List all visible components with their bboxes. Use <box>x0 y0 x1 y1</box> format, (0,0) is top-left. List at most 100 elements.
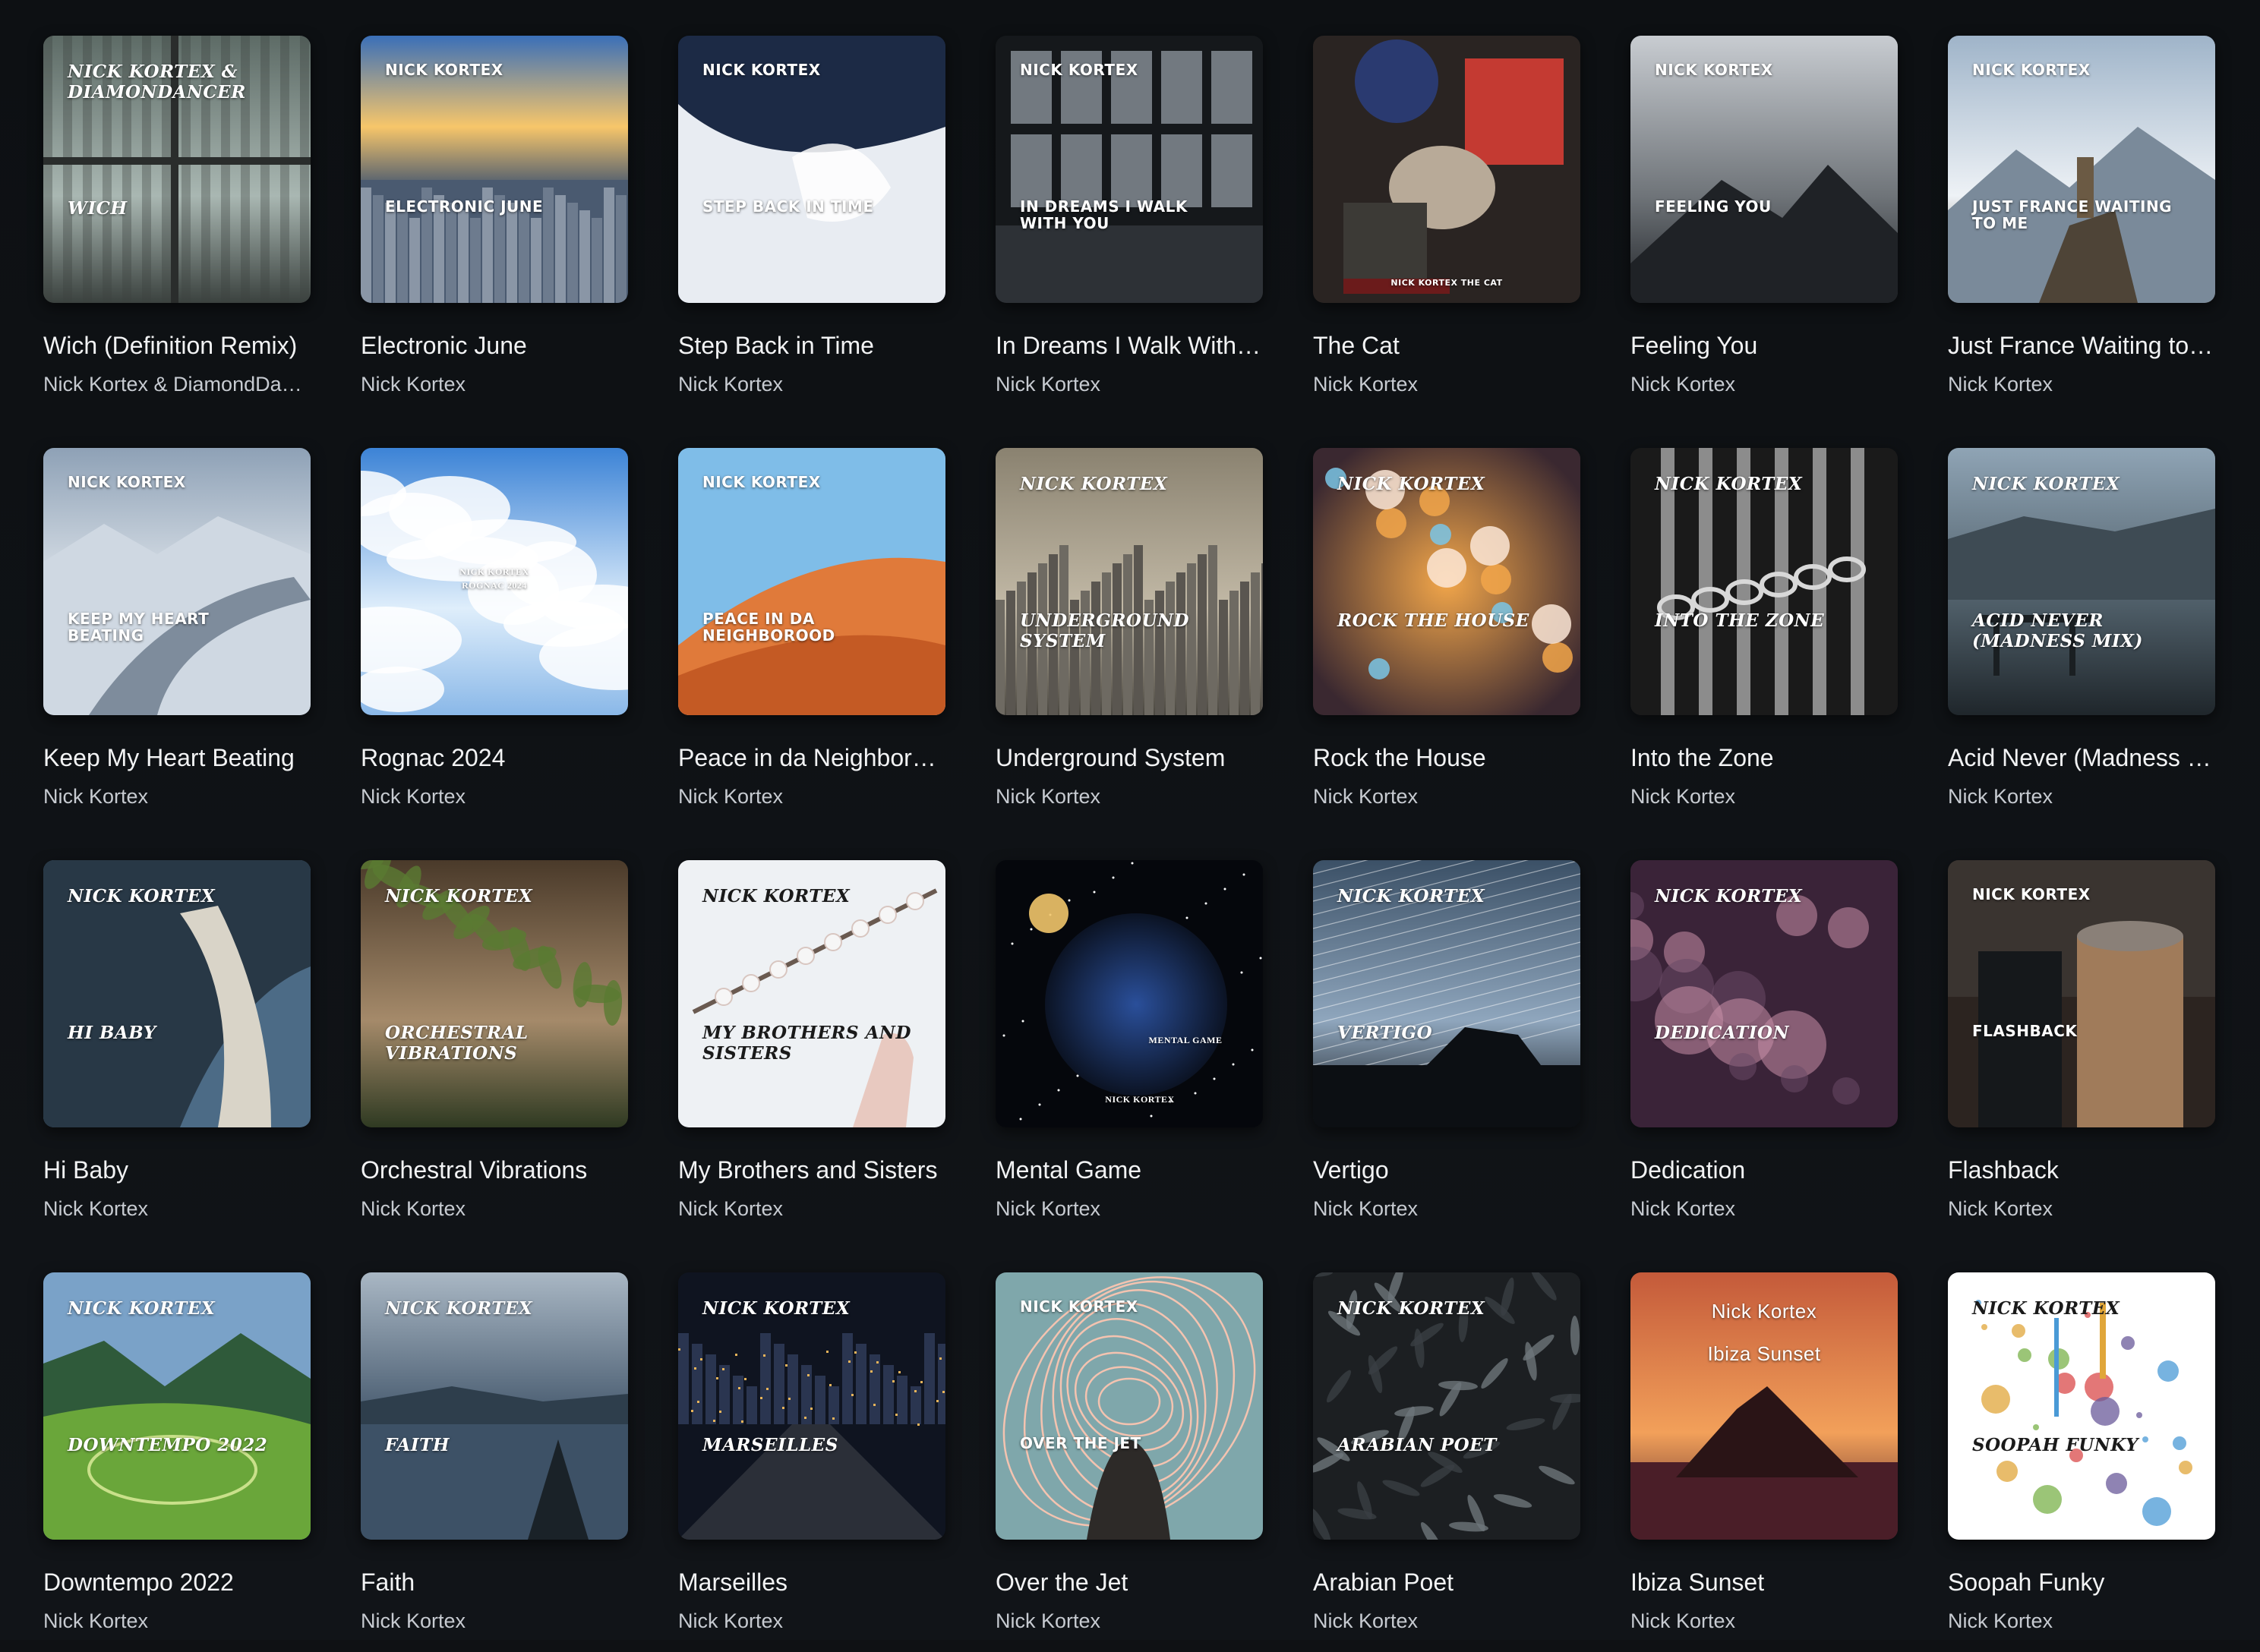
album-card[interactable]: NICK KORTEX FEELING YOU Feeling You Nick… <box>1630 36 1898 415</box>
album-artist[interactable]: Nick Kortex <box>43 1608 311 1634</box>
album-title[interactable]: Acid Never (Madness Mix) <box>1948 742 2215 773</box>
album-card[interactable]: NICK KORTEX ACID NEVER (MADNESS MIX) Aci… <box>1948 448 2215 828</box>
album-cover[interactable]: NICK KORTEX VERTIGO <box>1313 860 1580 1127</box>
album-card[interactable]: NICK KORTEX PEACE IN DA NEIGHBOROOD Peac… <box>678 448 945 828</box>
album-title[interactable]: Mental Game <box>996 1155 1263 1185</box>
album-artist[interactable]: Nick Kortex <box>1948 371 2215 397</box>
album-artist[interactable]: Nick Kortex <box>361 783 628 809</box>
album-artist[interactable]: Nick Kortex <box>678 783 945 809</box>
album-card[interactable]: NICK KORTEX HI BABY Hi Baby Nick Kortex <box>43 860 311 1240</box>
album-cover[interactable]: NICK KORTEX ACID NEVER (MADNESS MIX) <box>1948 448 2215 715</box>
album-artist[interactable]: Nick Kortex <box>1313 1196 1580 1222</box>
album-title[interactable]: In Dreams I Walk With You <box>996 330 1263 361</box>
album-card[interactable]: NICK KORTEX & DIAMONDANCER WICH Wich (De… <box>43 36 311 415</box>
album-artist[interactable]: Nick Kortex & DiamondDancer <box>43 371 311 397</box>
album-card[interactable]: NICK KORTEX DEDICATION Dedication Nick K… <box>1630 860 1898 1240</box>
album-cover[interactable]: NICK KORTEX MENTAL GAME <box>996 860 1263 1127</box>
album-card[interactable]: NICK KORTEX FAITH Faith Nick Kortex <box>361 1272 628 1652</box>
album-title[interactable]: Rognac 2024 <box>361 742 628 773</box>
album-cover[interactable]: NICK KORTEX MY BROTHERS AND SISTERS <box>678 860 945 1127</box>
album-cover[interactable]: NICK KORTEX DOWNTEMPO 2022 <box>43 1272 311 1540</box>
album-title[interactable]: Dedication <box>1630 1155 1898 1185</box>
album-title[interactable]: Just France Waiting to Me <box>1948 330 2215 361</box>
album-artist[interactable]: Nick Kortex <box>1630 783 1898 809</box>
album-cover[interactable]: NICK KORTEX UNDERGROUND SYSTEM <box>996 448 1263 715</box>
album-card[interactable]: NICK KORTEX FLASHBACK Flashback Nick Kor… <box>1948 860 2215 1240</box>
album-title[interactable]: Keep My Heart Beating <box>43 742 311 773</box>
album-card[interactable]: NICK KORTEX ROCK THE HOUSE Rock the Hous… <box>1313 448 1580 828</box>
album-cover[interactable]: NICK KORTEX FLASHBACK <box>1948 860 2215 1127</box>
album-title[interactable]: Electronic June <box>361 330 628 361</box>
album-artist[interactable]: Nick Kortex <box>996 371 1263 397</box>
album-cover[interactable]: NICK KORTEX THE CAT <box>1313 36 1580 303</box>
album-cover[interactable]: Nick Kortex Ibiza Sunset <box>1630 1272 1898 1540</box>
album-title[interactable]: Faith <box>361 1567 628 1597</box>
album-cover[interactable]: NICK KORTEX ROGNAC 2024 <box>361 448 628 715</box>
album-title[interactable]: Arabian Poet <box>1313 1567 1580 1597</box>
album-cover[interactable]: NICK KORTEX FEELING YOU <box>1630 36 1898 303</box>
album-card[interactable]: NICK KORTEX UNDERGROUND SYSTEM Undergrou… <box>996 448 1263 828</box>
album-artist[interactable]: Nick Kortex <box>678 1608 945 1634</box>
album-title[interactable]: Wich (Definition Remix) <box>43 330 311 361</box>
album-cover[interactable]: NICK KORTEX STEP BACK IN TIME <box>678 36 945 303</box>
album-card[interactable]: NICK KORTEX ORCHESTRAL VIBRATIONS Orches… <box>361 860 628 1240</box>
album-cover[interactable]: NICK KORTEX HI BABY <box>43 860 311 1127</box>
album-artist[interactable]: Nick Kortex <box>996 1196 1263 1222</box>
album-artist[interactable]: Nick Kortex <box>43 1196 311 1222</box>
album-title[interactable]: Vertigo <box>1313 1155 1580 1185</box>
album-artist[interactable]: Nick Kortex <box>1313 1608 1580 1634</box>
album-title[interactable]: The Cat <box>1313 330 1580 361</box>
album-artist[interactable]: Nick Kortex <box>43 783 311 809</box>
album-card[interactable]: NICK KORTEX KEEP MY HEART BEATING Keep M… <box>43 448 311 828</box>
album-artist[interactable]: Nick Kortex <box>1948 1608 2215 1634</box>
album-cover[interactable]: NICK KORTEX & DIAMONDANCER WICH <box>43 36 311 303</box>
album-card[interactable]: NICK KORTEX THE CAT The Cat Nick Kortex <box>1313 36 1580 415</box>
album-card[interactable]: NICK KORTEX IN DREAMS I WALK WITH YOU In… <box>996 36 1263 415</box>
album-cover[interactable]: NICK KORTEX ELECTRONIC JUNE <box>361 36 628 303</box>
album-title[interactable]: Marseilles <box>678 1567 945 1597</box>
album-card[interactable]: NICK KORTEX ARABIAN POET Arabian Poet Ni… <box>1313 1272 1580 1652</box>
album-artist[interactable]: Nick Kortex <box>1313 371 1580 397</box>
album-artist[interactable]: Nick Kortex <box>361 1196 628 1222</box>
album-cover[interactable]: NICK KORTEX KEEP MY HEART BEATING <box>43 448 311 715</box>
album-title[interactable]: Rock the House <box>1313 742 1580 773</box>
album-card[interactable]: NICK KORTEX VERTIGO Vertigo Nick Kortex <box>1313 860 1580 1240</box>
album-title[interactable]: Hi Baby <box>43 1155 311 1185</box>
album-artist[interactable]: Nick Kortex <box>1948 1196 2215 1222</box>
album-cover[interactable]: NICK KORTEX ROCK THE HOUSE <box>1313 448 1580 715</box>
album-title[interactable]: Step Back in Time <box>678 330 945 361</box>
album-title[interactable]: Flashback <box>1948 1155 2215 1185</box>
album-artist[interactable]: Nick Kortex <box>1630 371 1898 397</box>
album-card[interactable]: NICK KORTEX ROGNAC 2024 Rognac 2024 Nick… <box>361 448 628 828</box>
album-card[interactable]: NICK KORTEX DOWNTEMPO 2022 Downtempo 202… <box>43 1272 311 1652</box>
album-card[interactable]: Nick Kortex Ibiza Sunset Ibiza Sunset Ni… <box>1630 1272 1898 1652</box>
album-cover[interactable]: NICK KORTEX INTO THE ZONE <box>1630 448 1898 715</box>
album-title[interactable]: Ibiza Sunset <box>1630 1567 1898 1597</box>
album-title[interactable]: Orchestral Vibrations <box>361 1155 628 1185</box>
album-card[interactable]: NICK KORTEX STEP BACK IN TIME Step Back … <box>678 36 945 415</box>
album-title[interactable]: Into the Zone <box>1630 742 1898 773</box>
album-artist[interactable]: Nick Kortex <box>1630 1608 1898 1634</box>
album-card[interactable]: NICK KORTEX ELECTRONIC JUNE Electronic J… <box>361 36 628 415</box>
album-title[interactable]: Feeling You <box>1630 330 1898 361</box>
album-title[interactable]: My Brothers and Sisters <box>678 1155 945 1185</box>
album-artist[interactable]: Nick Kortex <box>361 371 628 397</box>
album-artist[interactable]: Nick Kortex <box>678 1196 945 1222</box>
album-artist[interactable]: Nick Kortex <box>1313 783 1580 809</box>
album-cover[interactable]: NICK KORTEX MARSEILLES <box>678 1272 945 1540</box>
album-cover[interactable]: NICK KORTEX IN DREAMS I WALK WITH YOU <box>996 36 1263 303</box>
album-card[interactable]: NICK KORTEX JUST FRANCE WAITING TO ME Ju… <box>1948 36 2215 415</box>
album-cover[interactable]: NICK KORTEX ORCHESTRAL VIBRATIONS <box>361 860 628 1127</box>
album-card[interactable]: NICK KORTEX INTO THE ZONE Into the Zone … <box>1630 448 1898 828</box>
album-card[interactable]: NICK KORTEX OVER THE JET Over the Jet Ni… <box>996 1272 1263 1652</box>
album-card[interactable]: NICK KORTEX MARSEILLES Marseilles Nick K… <box>678 1272 945 1652</box>
album-cover[interactable]: NICK KORTEX DEDICATION <box>1630 860 1898 1127</box>
album-artist[interactable]: Nick Kortex <box>361 1608 628 1634</box>
album-cover[interactable]: NICK KORTEX ARABIAN POET <box>1313 1272 1580 1540</box>
album-title[interactable]: Downtempo 2022 <box>43 1567 311 1597</box>
album-cover[interactable]: NICK KORTEX OVER THE JET <box>996 1272 1263 1540</box>
album-artist[interactable]: Nick Kortex <box>1948 783 2215 809</box>
album-title[interactable]: Over the Jet <box>996 1567 1263 1597</box>
album-card[interactable]: NICK KORTEX MENTAL GAME Mental Game Nick… <box>996 860 1263 1240</box>
album-cover[interactable]: NICK KORTEX FAITH <box>361 1272 628 1540</box>
